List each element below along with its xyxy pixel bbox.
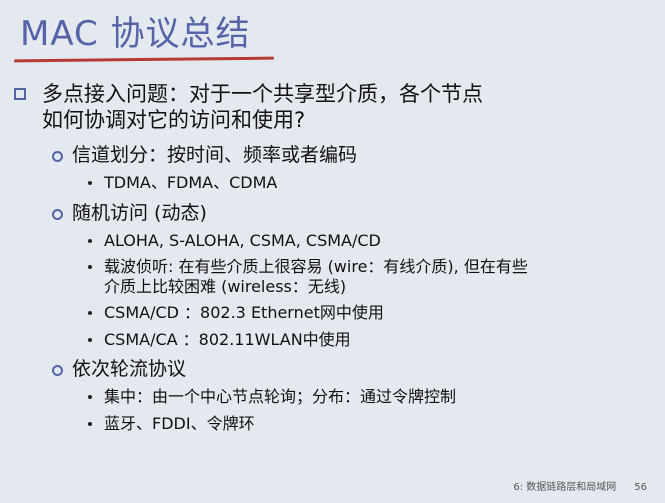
chapter-label: 6: 数据链路层和局域网	[513, 482, 617, 493]
page-number: 56	[634, 482, 647, 493]
slide-title: MAC 协议总结	[20, 14, 251, 54]
circle-bullet-icon	[52, 365, 63, 376]
main-question-line1: 多点接入问题：对于一个共享型介质，各个节点	[42, 82, 483, 106]
circle-bullet-icon	[52, 151, 63, 162]
dot-bullet-icon	[88, 311, 92, 315]
dot-bullet-icon	[88, 338, 92, 342]
title-underline	[13, 56, 275, 63]
main-question-line2: 如何协调对它的访问和使用?	[42, 108, 306, 132]
slide: MAC 协议总结 多点接入问题：对于一个共享型介质，各个节点 如何协调对它的访问…	[0, 0, 665, 503]
slide-footer: 6: 数据链路层和局域网 56	[513, 478, 647, 493]
dot-bullet-icon	[88, 395, 92, 399]
dot-bullet-icon	[88, 422, 92, 426]
square-bullet-icon	[14, 88, 26, 100]
dot-bullet-icon	[88, 239, 92, 243]
dot-bullet-icon	[88, 265, 92, 269]
dot-bullet-icon	[88, 181, 92, 185]
circle-bullet-icon	[52, 209, 63, 220]
